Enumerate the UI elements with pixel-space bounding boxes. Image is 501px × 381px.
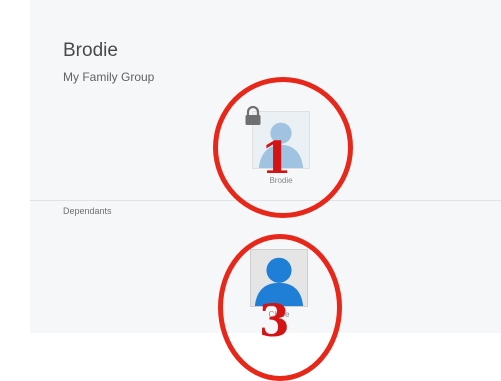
family-group-label: My Family Group: [63, 70, 155, 84]
dependants-heading: Dependants: [63, 206, 112, 216]
annotation-number-1: 1: [261, 133, 292, 184]
annotation-number-3: 3: [259, 296, 290, 347]
account-holder-name: Brodie: [63, 40, 118, 61]
